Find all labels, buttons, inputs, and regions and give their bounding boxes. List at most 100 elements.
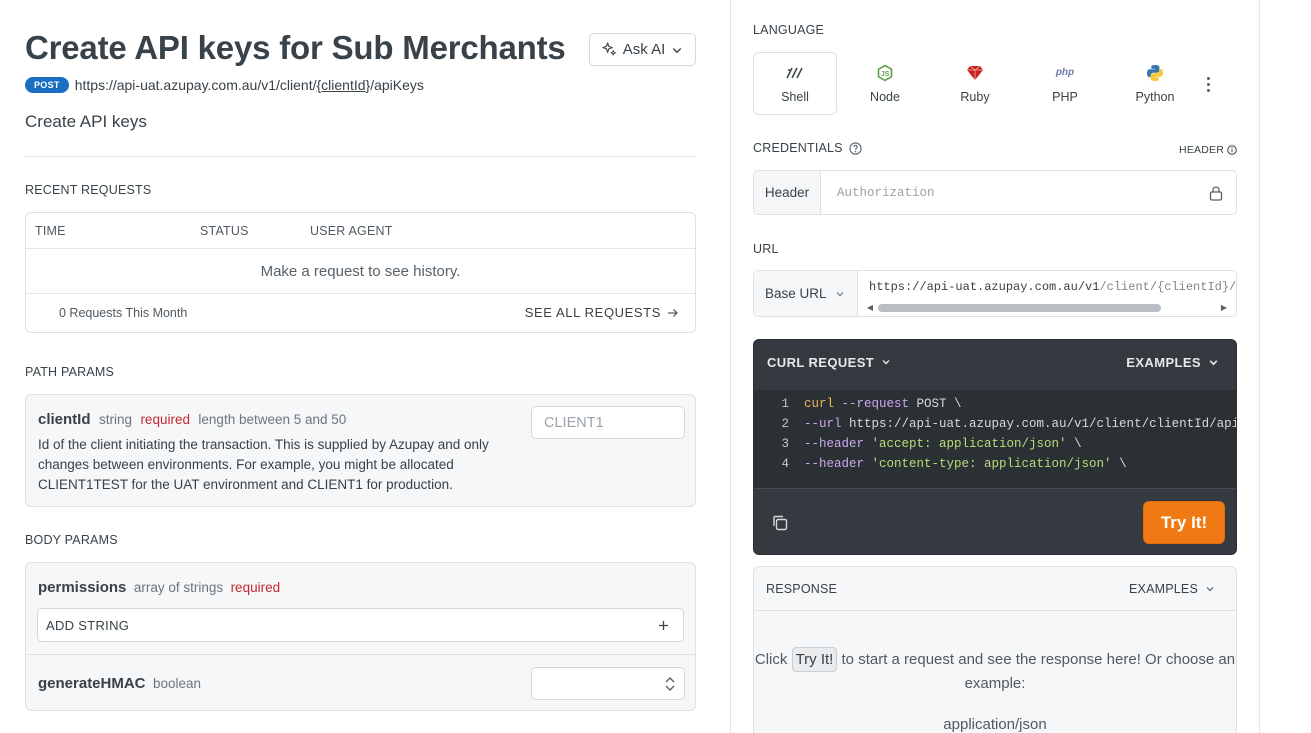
chevron-down-icon <box>1209 359 1218 365</box>
code-examples-dropdown[interactable]: EXAMPLES <box>1126 355 1219 370</box>
sparkle-icon <box>602 42 616 56</box>
scroll-left-icon[interactable]: ◀ <box>864 302 876 314</box>
line-number: 3 <box>781 437 789 451</box>
url-param-link[interactable]: {clientId} <box>316 77 370 93</box>
method-badge: POST <box>25 77 69 93</box>
param-required: required <box>140 412 190 427</box>
header-toggle-label: HEADER <box>1179 144 1224 156</box>
svg-text:JS: JS <box>881 71 890 78</box>
generateHMAC-select[interactable] <box>531 667 685 700</box>
try-it-inline-button[interactable]: Try It! <box>791 647 838 672</box>
code-panel-header: CURL REQUEST EXAMPLES <box>754 340 1236 384</box>
param-name: generateHMAC <box>38 675 146 692</box>
ask-ai-label: Ask AI <box>622 41 666 58</box>
code-title-dropdown[interactable]: CURL REQUEST <box>767 355 891 370</box>
try-it-button[interactable]: Try It! <box>1143 501 1225 544</box>
response-label: RESPONSE <box>766 581 838 596</box>
language-label-text: PHP <box>1052 89 1078 104</box>
param-header: clientId string required length between … <box>38 411 346 429</box>
ask-ai-button[interactable]: Ask AI <box>589 33 696 66</box>
response-examples-dropdown[interactable]: EXAMPLES <box>1129 582 1215 596</box>
code-title: CURL REQUEST <box>767 354 875 370</box>
credentials-header-label: Header <box>754 171 821 214</box>
endpoint-url: POST https://api-uat.azupay.com.au/v1/cl… <box>25 77 424 93</box>
line-number: 2 <box>781 417 789 431</box>
see-all-requests-link[interactable]: SEE ALL REQUESTS <box>525 305 679 320</box>
column-time: TIME <box>35 224 66 238</box>
copy-icon[interactable] <box>770 513 790 533</box>
path-params-label: PATH PARAMS <box>25 365 115 379</box>
chevron-down-icon <box>836 291 843 296</box>
divider <box>25 156 696 157</box>
body-params-label: BODY PARAMS <box>25 533 118 547</box>
language-node[interactable]: JS Node <box>843 52 927 115</box>
url-prefix: https://api-uat.azupay.com.au/v1/client/ <box>74 77 317 93</box>
url-label: URL <box>753 242 779 256</box>
arrow-right-icon <box>668 308 678 317</box>
param-type: array of strings <box>133 580 224 595</box>
url-value[interactable]: https://api-uat.azupay.com.au/v1/client/… <box>858 271 1236 316</box>
lock-icon <box>1196 171 1236 214</box>
param-clientId: clientId string required length between … <box>25 394 696 507</box>
base-url-dropdown[interactable]: Base URL <box>754 271 858 316</box>
header-toggle[interactable]: HEADER <box>1179 144 1237 156</box>
chevron-down-icon <box>1206 586 1214 591</box>
table-footer: 0 Requests This Month SEE ALL REQUESTS <box>26 294 695 332</box>
line-number: 1 <box>781 397 789 411</box>
ruby-icon <box>965 64 985 82</box>
more-languages-icon[interactable] <box>1198 74 1218 94</box>
code-text: --header 'content-type: application/json… <box>804 457 1127 471</box>
language-picker: Shell JS Node Ruby php PHP Python <box>753 52 1237 115</box>
help-circle-icon[interactable] <box>849 141 862 155</box>
line-number: 4 <box>781 457 789 471</box>
code-examples-label: EXAMPLES <box>1126 354 1201 370</box>
language-label-text: Python <box>1135 89 1175 104</box>
chevron-down-icon <box>673 47 682 53</box>
response-msg-after: to start a request and see the response … <box>837 651 1236 692</box>
table-header: TIME STATUS USER AGENT <box>26 213 695 249</box>
authorization-input[interactable] <box>821 171 1196 214</box>
recent-requests-table: TIME STATUS USER AGENT Make a request to… <box>25 212 696 333</box>
endpoint-description: Create API keys <box>25 112 147 131</box>
language-python[interactable]: Python <box>1113 52 1197 115</box>
php-icon: php <box>1053 64 1077 82</box>
url-field: Base URL https://api-uat.azupay.com.au/v… <box>753 270 1237 317</box>
response-header: RESPONSE EXAMPLES <box>754 567 1236 611</box>
url-scrollbar[interactable]: ◀ ▶ <box>864 302 1230 314</box>
language-label-text: Ruby <box>960 89 990 104</box>
language-shell[interactable]: Shell <box>753 52 837 115</box>
see-all-label: SEE ALL REQUESTS <box>524 305 661 320</box>
info-icon <box>1227 145 1237 155</box>
credentials-field: Header <box>753 170 1237 215</box>
code-text: curl --request POST \ <box>804 397 962 411</box>
code-panel-footer: Try It! <box>754 488 1236 554</box>
language-label-text: Shell <box>781 89 809 104</box>
scroll-right-icon[interactable]: ▶ <box>1218 302 1230 314</box>
column-user-agent: USER AGENT <box>310 224 393 238</box>
language-label-text: Node <box>870 89 900 104</box>
response-panel: RESPONSE EXAMPLES Click Try It! to start… <box>753 566 1237 733</box>
param-required: required <box>230 580 281 595</box>
add-string-button[interactable]: ADD STRING <box>37 608 684 642</box>
node-icon: JS <box>875 64 895 82</box>
php-icon-text: php <box>1055 67 1075 78</box>
url-value-main: https://api-uat.azupay.com.au/v1 <box>869 280 1100 294</box>
up-down-chevron-icon <box>665 677 675 691</box>
body-params-card: permissions array of strings required AD… <box>25 562 696 711</box>
language-ruby[interactable]: Ruby <box>933 52 1017 115</box>
param-name: permissions <box>38 579 127 596</box>
url-suffix: /apiKeys <box>370 77 424 93</box>
param-description: Id of the client initiating the transact… <box>38 437 489 492</box>
code-panel: CURL REQUEST EXAMPLES 4 --header 'conten… <box>753 339 1237 555</box>
language-php[interactable]: php PHP <box>1023 52 1107 115</box>
requests-count: 0 Requests This Month <box>59 306 188 320</box>
credentials-label-row: CREDENTIALS <box>753 141 862 155</box>
param-header: permissions array of strings required <box>38 579 280 597</box>
response-example-content-type[interactable]: application/json <box>754 716 1236 733</box>
column-status: STATUS <box>200 224 249 238</box>
code-block[interactable]: 4 --header 'content-type: application/js… <box>754 390 1236 488</box>
clientId-input[interactable] <box>531 406 685 439</box>
response-msg-before: Click <box>754 651 792 668</box>
url-value-path: /client/{clientId}/ <box>1099 280 1237 294</box>
param-header: generateHMAC boolean <box>38 675 201 693</box>
